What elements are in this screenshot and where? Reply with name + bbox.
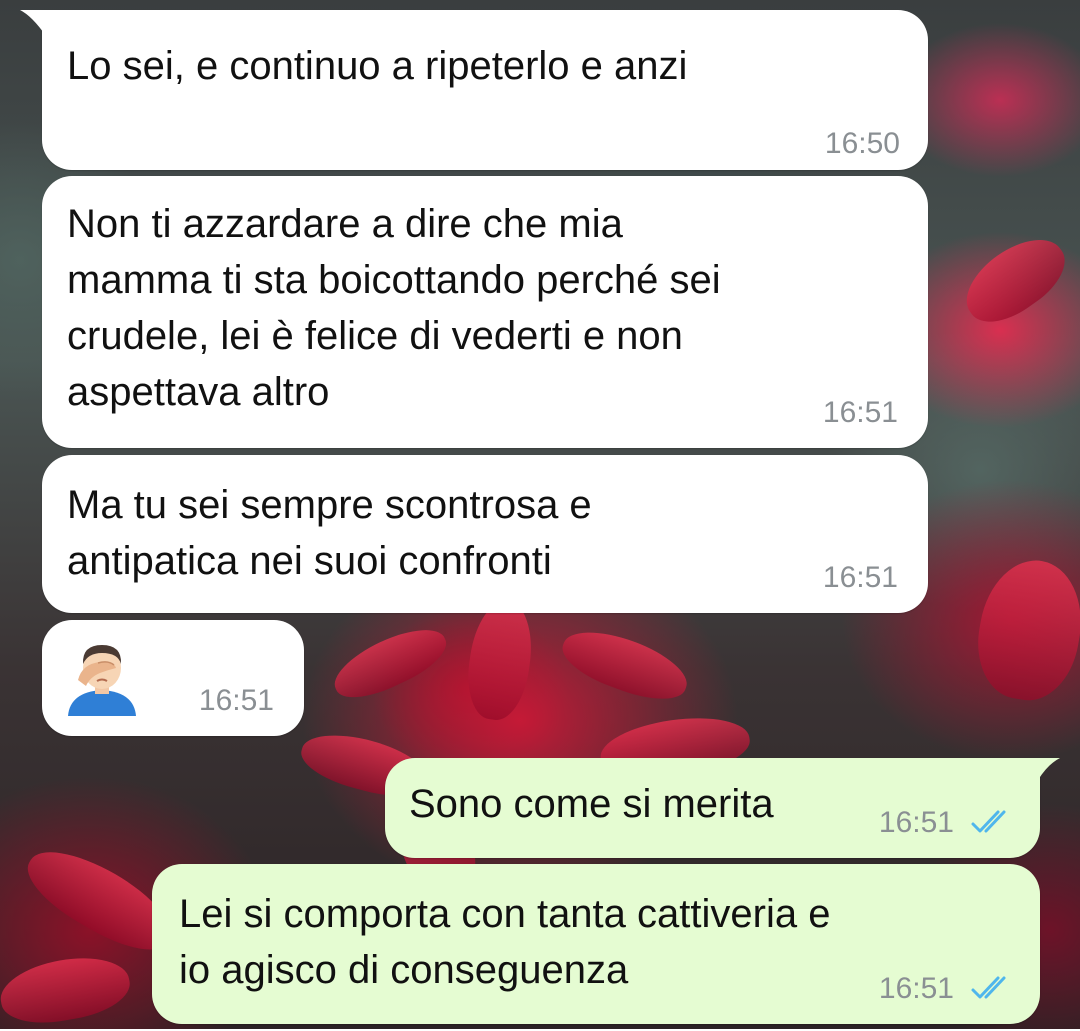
message-text: Lo sei, e continuo a ripeterlo e anzi <box>67 44 688 88</box>
message-bubble-incoming[interactable]: Ma tu sei sempre scontrosa e antipatica … <box>42 455 928 613</box>
message-time: 16:51 <box>822 561 898 594</box>
message-bubble-incoming[interactable]: Non ti azzardare a dire che mia mamma ti… <box>42 176 928 448</box>
bubble-tail <box>1038 758 1060 780</box>
double-check-read-icon <box>971 810 1006 833</box>
message-bubble-incoming[interactable]: Lo sei, e continuo a ripeterlo e anzi 16… <box>20 10 928 170</box>
message-bubble-outgoing[interactable]: Lei si comporta con tanta cattiveria e i… <box>152 864 1040 1024</box>
message-list[interactable]: Lo sei, e continuo a ripeterlo e anzi 16… <box>0 0 1080 1029</box>
bubble-tail <box>20 10 46 36</box>
message-time: 16:51 <box>198 684 274 717</box>
man-facepalming-icon <box>68 645 136 716</box>
message-text: Ma tu sei sempre scontrosa e antipatica … <box>67 483 592 583</box>
double-check-read-icon <box>971 976 1006 999</box>
message-time: 16:51 <box>878 806 954 839</box>
message-text: Sono come si merita <box>409 782 774 826</box>
message-bubble-incoming[interactable]: 16:51 <box>42 620 304 736</box>
message-time: 16:51 <box>822 396 898 429</box>
message-text: Non ti azzardare a dire che mia mamma ti… <box>67 202 721 414</box>
message-text: Lei si comporta con tanta cattiveria e i… <box>179 892 831 992</box>
message-bubble-outgoing[interactable]: Sono come si merita 16:51 <box>385 758 1060 858</box>
message-time: 16:51 <box>878 972 954 1005</box>
message-time: 16:50 <box>824 127 900 160</box>
